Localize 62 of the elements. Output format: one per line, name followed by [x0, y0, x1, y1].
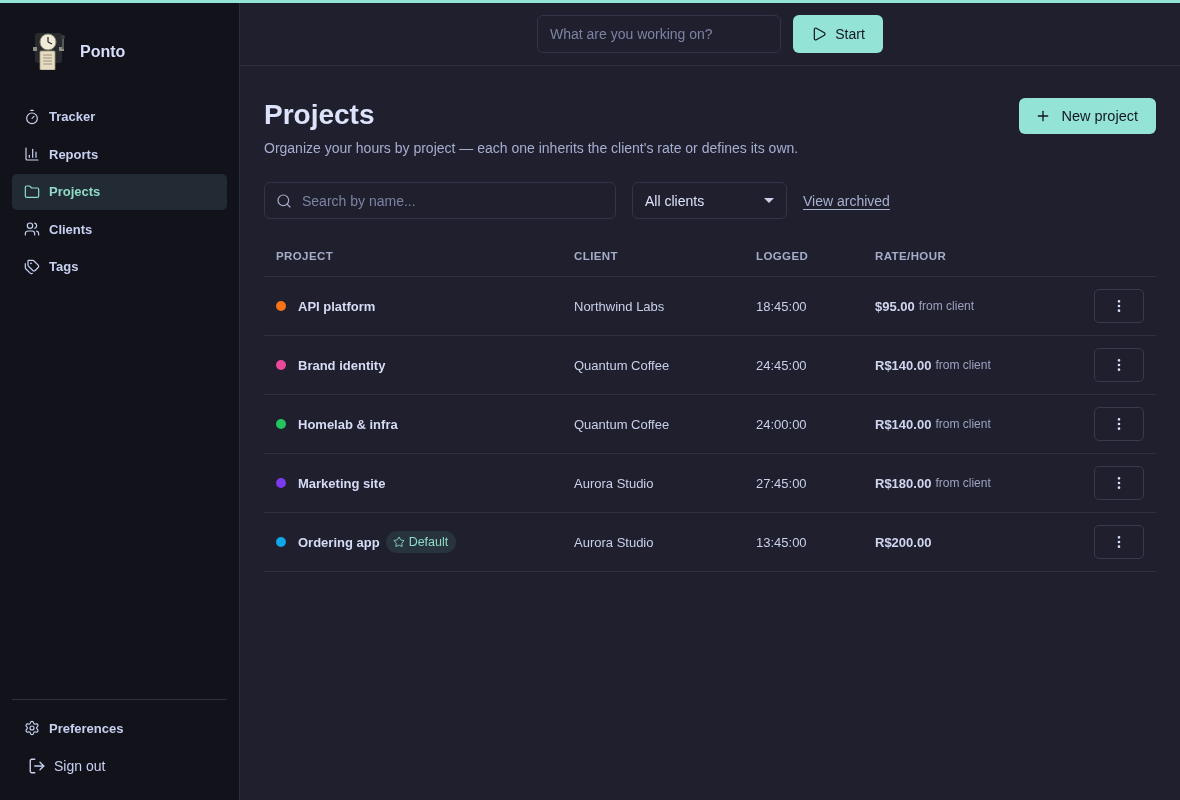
client-name: Northwind Labs [574, 298, 665, 314]
time-clock-logo [33, 33, 66, 70]
logged-time: 27:45:00 [756, 475, 807, 491]
client-name: Aurora Studio [574, 534, 654, 550]
project-name: Brand identity [298, 357, 386, 373]
project-name: Homelab & infra [298, 416, 398, 432]
rate-value: R$180.00 [875, 475, 932, 491]
column-header: PROJECT [275, 250, 335, 262]
task-input[interactable]: What are you working on? [537, 15, 781, 53]
client-name: Quantum Coffee [574, 416, 670, 432]
app-name: Ponto [80, 42, 126, 61]
nav-item[interactable]: Projects [12, 174, 227, 210]
rate-value: R$140.00 [875, 416, 932, 432]
nav-item[interactable]: Tracker [12, 99, 227, 135]
nav-item[interactable]: Clients [12, 211, 227, 247]
logged-time: 24:45:00 [756, 357, 807, 373]
page-subtitle: Organize your hours by project — each one inherits the client's rate or defines its own. [264, 139, 799, 158]
nav-item[interactable]: Reports [12, 136, 227, 172]
logged-time: 13:45:00 [756, 534, 807, 550]
page-title: Projects [264, 98, 376, 132]
settings-icon [24, 720, 40, 737]
sign-out-link[interactable]: Sign out [12, 748, 227, 784]
rate-note: from client [935, 417, 991, 431]
logged-time: 18:45:00 [756, 298, 807, 314]
folder-icon [24, 183, 40, 200]
project-name: Ordering app [298, 534, 380, 550]
project-name: Marketing site [298, 475, 386, 491]
client-name: Quantum Coffee [574, 357, 670, 373]
column-header: RATE/HOUR [874, 250, 948, 262]
search-field[interactable]: Search by name... [264, 182, 616, 219]
users-icon [24, 221, 40, 238]
rate-value: R$140.00 [875, 357, 932, 373]
row-menu-button[interactable] [1094, 289, 1144, 323]
rate-value: R$200.00 [875, 534, 932, 550]
nav-item[interactable]: Tags [12, 249, 227, 285]
client-name: Aurora Studio [574, 475, 654, 491]
view-archived-link[interactable]: View archived [803, 192, 890, 209]
stopwatch-icon [24, 108, 40, 125]
logged-time: 24:00:00 [756, 416, 807, 432]
row-menu-button[interactable] [1094, 525, 1144, 559]
bar-chart-icon [24, 146, 40, 163]
column-header: CLIENT [573, 250, 619, 262]
star-icon [392, 536, 405, 548]
rate-note: from client [935, 358, 991, 372]
search-icon [276, 192, 292, 209]
caret-icon [764, 198, 774, 203]
tag-icon [24, 258, 40, 275]
row-menu-button[interactable] [1094, 348, 1144, 382]
rate-value: $95.00 [875, 298, 915, 314]
sign-out-icon [28, 757, 46, 775]
client-select[interactable]: All clients [632, 182, 787, 219]
rate-note: from client [918, 299, 975, 313]
start-button[interactable]: Start [793, 15, 883, 53]
row-menu-button[interactable] [1094, 466, 1144, 500]
column-header: LOGGED [755, 250, 810, 262]
tag-label: Default [408, 535, 449, 549]
play-icon [811, 26, 828, 42]
new-project-button[interactable]: New project [1019, 98, 1156, 134]
project-name: API platform [298, 298, 376, 314]
row-menu-button[interactable] [1094, 407, 1144, 441]
rate-note: from client [935, 476, 991, 490]
preferences-link[interactable]: Preferences [12, 710, 227, 746]
